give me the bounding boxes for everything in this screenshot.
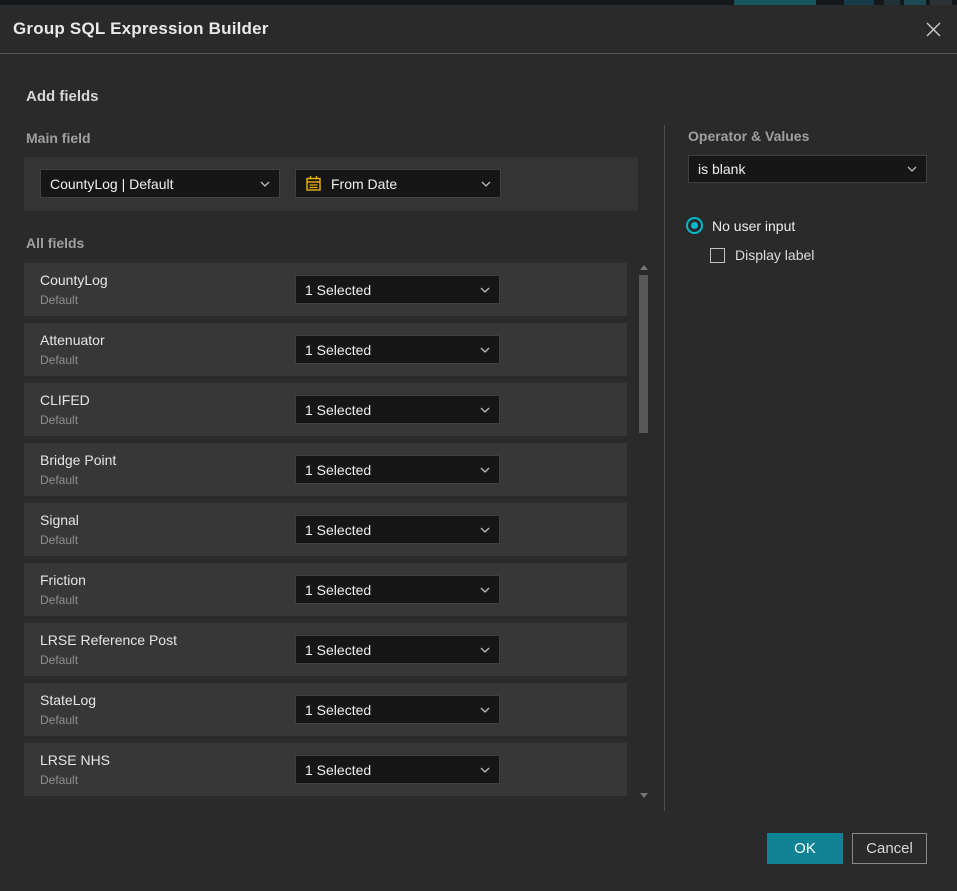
calendar-icon	[305, 175, 322, 192]
radio-selected-icon	[686, 217, 703, 234]
field-selection-value: 1 Selected	[305, 642, 474, 658]
chevron-down-icon	[481, 181, 491, 187]
field-selection-select[interactable]: 1 Selected	[295, 755, 500, 784]
field-row: Attenuator Default 1 Selected	[24, 323, 627, 376]
field-row: LRSE Reference Post Default 1 Selected	[24, 623, 627, 676]
chevron-down-icon	[480, 767, 490, 773]
field-select[interactable]: From Date	[295, 169, 501, 198]
field-selection-value: 1 Selected	[305, 402, 474, 418]
panel-divider	[664, 125, 665, 811]
layer-select[interactable]: CountyLog | Default	[40, 169, 280, 198]
scroll-down-arrow-icon[interactable]	[640, 793, 648, 798]
field-subtitle: Default	[40, 773, 78, 787]
all-fields-label: All fields	[26, 235, 84, 251]
field-name: Bridge Point	[40, 452, 116, 468]
field-subtitle: Default	[40, 473, 78, 487]
operator-select-value: is blank	[698, 161, 901, 177]
field-select-value: From Date	[331, 176, 475, 192]
operator-values-label: Operator & Values	[688, 128, 809, 144]
field-selection-select[interactable]: 1 Selected	[295, 515, 500, 544]
no-user-input-label: No user input	[712, 218, 795, 234]
operator-select[interactable]: is blank	[688, 155, 927, 183]
no-user-input-radio[interactable]: No user input	[686, 217, 795, 234]
field-selection-value: 1 Selected	[305, 462, 474, 478]
chevron-down-icon	[480, 707, 490, 713]
field-name: Signal	[40, 512, 79, 528]
dialog-titlebar: Group SQL Expression Builder	[0, 5, 957, 54]
field-selection-value: 1 Selected	[305, 522, 474, 538]
field-selection-value: 1 Selected	[305, 282, 474, 298]
checkbox-unchecked-icon	[710, 248, 725, 263]
field-row: LRSE NHS Default 1 Selected	[24, 743, 627, 796]
field-row: Friction Default 1 Selected	[24, 563, 627, 616]
field-subtitle: Default	[40, 413, 78, 427]
chevron-down-icon	[480, 407, 490, 413]
chevron-down-icon	[480, 287, 490, 293]
field-subtitle: Default	[40, 593, 78, 607]
field-name: Friction	[40, 572, 86, 588]
field-name: CountyLog	[40, 272, 108, 288]
chevron-down-icon	[480, 467, 490, 473]
field-selection-select[interactable]: 1 Selected	[295, 695, 500, 724]
layer-select-value: CountyLog | Default	[50, 176, 254, 192]
scroll-up-arrow-icon[interactable]	[640, 265, 648, 270]
field-name: LRSE NHS	[40, 752, 110, 768]
chevron-down-icon	[907, 166, 917, 172]
field-subtitle: Default	[40, 713, 78, 727]
cancel-button[interactable]: Cancel	[852, 833, 927, 864]
field-selection-select[interactable]: 1 Selected	[295, 275, 500, 304]
chevron-down-icon	[480, 647, 490, 653]
chevron-down-icon	[480, 347, 490, 353]
close-icon	[925, 21, 942, 38]
field-subtitle: Default	[40, 353, 78, 367]
field-subtitle: Default	[40, 653, 78, 667]
chevron-down-icon	[480, 527, 490, 533]
field-name: CLIFED	[40, 392, 90, 408]
field-row: CountyLog Default 1 Selected	[24, 263, 627, 316]
display-label-text: Display label	[735, 247, 814, 263]
field-name: LRSE Reference Post	[40, 632, 177, 648]
chevron-down-icon	[260, 181, 270, 187]
field-selection-value: 1 Selected	[305, 582, 474, 598]
field-row: Signal Default 1 Selected	[24, 503, 627, 556]
field-selection-value: 1 Selected	[305, 762, 474, 778]
add-fields-heading: Add fields	[26, 88, 99, 105]
field-selection-value: 1 Selected	[305, 342, 474, 358]
field-row: CLIFED Default 1 Selected	[24, 383, 627, 436]
main-field-panel: CountyLog | Default From Date	[24, 157, 638, 211]
field-row: StateLog Default 1 Selected	[24, 683, 627, 736]
field-row: Bridge Point Default 1 Selected	[24, 443, 627, 496]
ok-button[interactable]: OK	[767, 833, 843, 864]
field-name: StateLog	[40, 692, 96, 708]
all-fields-list: CountyLog Default 1 Selected Attenuator …	[24, 263, 627, 803]
main-field-label: Main field	[26, 130, 91, 146]
field-selection-select[interactable]: 1 Selected	[295, 335, 500, 364]
dialog-title: Group SQL Expression Builder	[13, 19, 269, 39]
close-button[interactable]	[922, 18, 944, 40]
field-selection-select[interactable]: 1 Selected	[295, 575, 500, 604]
scrollbar[interactable]	[636, 261, 652, 801]
group-sql-expression-builder-dialog: Group SQL Expression Builder Add fields …	[0, 5, 957, 891]
chevron-down-icon	[480, 587, 490, 593]
field-name: Attenuator	[40, 332, 105, 348]
field-selection-value: 1 Selected	[305, 702, 474, 718]
field-selection-select[interactable]: 1 Selected	[295, 635, 500, 664]
display-label-checkbox[interactable]: Display label	[710, 247, 814, 263]
field-subtitle: Default	[40, 533, 78, 547]
field-selection-select[interactable]: 1 Selected	[295, 395, 500, 424]
field-subtitle: Default	[40, 293, 78, 307]
scrollbar-thumb[interactable]	[639, 275, 648, 433]
field-selection-select[interactable]: 1 Selected	[295, 455, 500, 484]
